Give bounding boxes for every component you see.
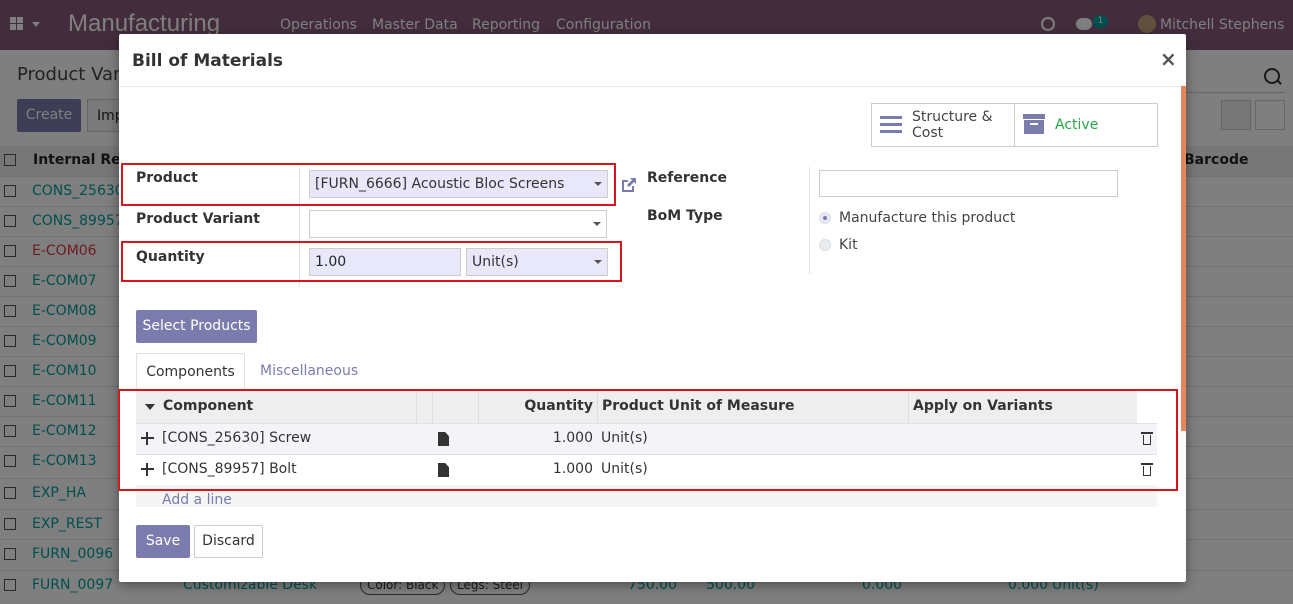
add-line-link[interactable]: Add a line [162,492,232,508]
label-divider [299,167,300,287]
bom-type-kit-radio[interactable] [819,239,831,251]
column-uom[interactable]: Product Unit of Measure [602,398,795,414]
product-select[interactable]: [FURN_6666] Acoustic Bloc Screens [309,170,608,198]
bom-type-manufacture-label[interactable]: Manufacture this product [839,210,1015,226]
column-quantity[interactable]: Quantity [478,398,593,414]
structure-cost-button[interactable]: Structure & Cost [872,104,1015,146]
component-quantity: 1.000 [552,461,593,477]
bom-type-manufacture-radio[interactable] [819,212,831,224]
external-link-icon[interactable] [619,175,639,195]
structure-cost-label: Structure & Cost [912,109,993,141]
modal-footer: Save Discard [119,507,1186,582]
caret-down-icon [594,182,602,186]
quantity-label: Quantity [136,249,205,265]
bom-type-label: BoM Type [647,208,723,224]
product-label: Product [136,170,198,186]
drag-handle-icon[interactable] [141,432,154,445]
bom-dialog: Bill of Materials × Structure & Cost Act… [118,34,1186,582]
uom-value: Unit(s) [472,254,519,270]
product-value: [FURN_6666] Acoustic Bloc Screens [315,176,565,192]
document-icon[interactable] [438,432,449,446]
close-icon[interactable]: × [1160,47,1177,71]
component-uom: Unit(s) [601,461,648,477]
table-row[interactable]: [CONS_25630] Screw 1.000 Unit(s) [136,423,1157,455]
select-products-button[interactable]: Select Products [136,310,257,343]
reference-label: Reference [647,170,728,186]
bars-icon [880,116,902,134]
table-row[interactable]: [CONS_89957] Bolt 1.000 Unit(s) [136,454,1157,486]
component-quantity: 1.000 [552,430,593,446]
reference-input[interactable] [819,170,1118,197]
trash-icon[interactable] [1141,463,1153,476]
column-component[interactable]: Component [163,398,253,414]
caret-down-icon [593,222,601,226]
drag-handle-icon[interactable] [141,463,154,476]
component-uom: Unit(s) [601,430,648,446]
label-divider [809,167,810,274]
modal-title: Bill of Materials [132,51,284,71]
tab-miscellaneous[interactable]: Miscellaneous [260,353,358,389]
add-line-row: Add a line [136,485,1157,508]
active-label: Active [1055,117,1099,133]
save-button[interactable]: Save [136,525,190,558]
caret-down-icon [145,404,155,410]
components-header: Component Quantity Product Unit of Measu… [136,391,1137,423]
notebook-tabs: Components Miscellaneous [136,353,1157,391]
product-variant-select[interactable] [309,210,607,238]
uom-select[interactable]: Unit(s) [466,248,608,276]
caret-down-icon [594,260,602,264]
component-name: [CONS_89957] Bolt [162,461,297,477]
modal-header: Bill of Materials × [119,34,1186,87]
tab-components[interactable]: Components [136,353,245,390]
discard-button[interactable]: Discard [194,525,263,558]
bom-type-kit-label[interactable]: Kit [839,237,858,253]
smart-buttons: Structure & Cost Active [871,103,1158,147]
active-toggle-button[interactable]: Active [1015,104,1157,146]
column-apply-variants[interactable]: Apply on Variants [913,398,1053,414]
trash-icon[interactable] [1141,432,1153,445]
quantity-input[interactable]: 1.00 [309,248,461,276]
document-icon[interactable] [438,463,449,477]
modal-scrollbar[interactable] [1181,86,1186,431]
product-variant-label: Product Variant [136,211,260,227]
archive-icon [1023,114,1045,134]
component-name: [CONS_25630] Screw [162,430,312,446]
